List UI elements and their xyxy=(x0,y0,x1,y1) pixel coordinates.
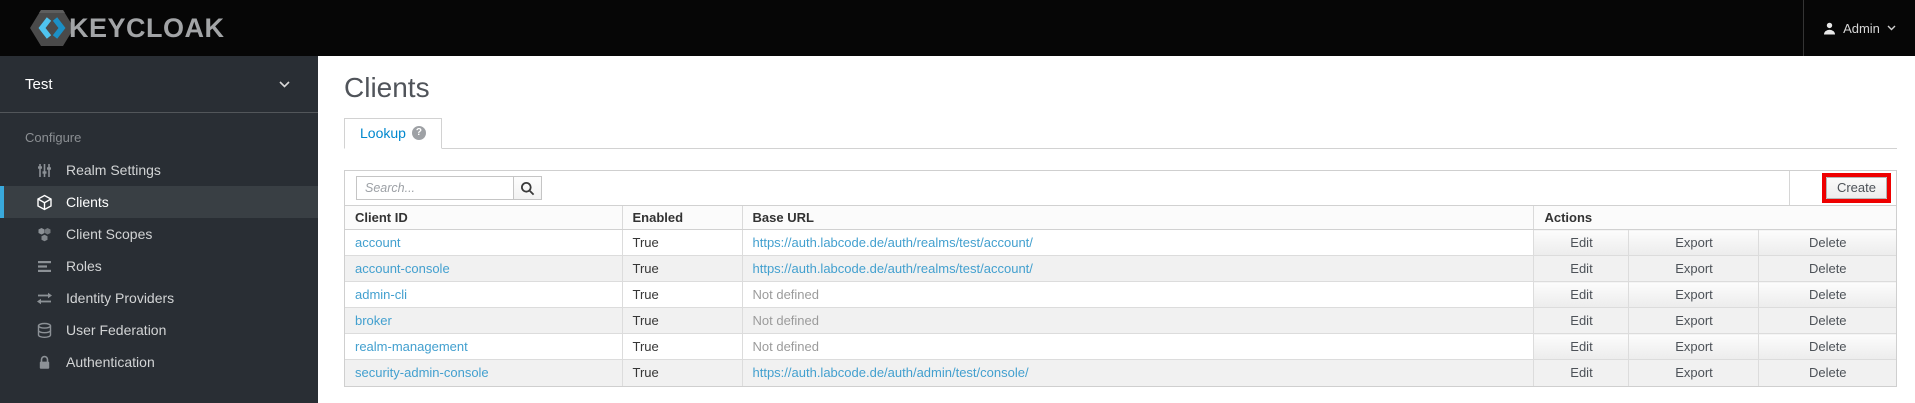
delete-button[interactable]: Delete xyxy=(1758,359,1896,386)
export-button[interactable]: Export xyxy=(1628,255,1759,282)
client-id-link[interactable]: realm-management xyxy=(355,339,468,354)
export-button[interactable]: Export xyxy=(1628,307,1759,334)
client-id-link[interactable]: broker xyxy=(355,313,392,328)
sliders-icon xyxy=(36,162,53,179)
logo-wordmark: KEYCLOAK xyxy=(69,12,225,43)
chevron-down-icon xyxy=(279,80,290,88)
column-header-client-id: Client ID xyxy=(345,206,622,230)
edit-button[interactable]: Edit xyxy=(1533,229,1629,256)
create-cell: Create xyxy=(1789,171,1896,205)
list-icon xyxy=(36,258,53,275)
clients-table: Client ID Enabled Base URL Actions accou… xyxy=(345,206,1896,386)
column-header-base-url: Base URL xyxy=(741,206,1534,230)
cubes-icon xyxy=(36,226,53,243)
sidebar-item-clients[interactable]: Clients xyxy=(0,186,318,218)
export-button[interactable]: Export xyxy=(1628,281,1759,308)
base-url-link[interactable]: https://auth.labcode.de/auth/realms/test… xyxy=(753,261,1033,276)
client-id-link[interactable]: account-console xyxy=(355,261,450,276)
tab-label: Lookup xyxy=(360,125,406,141)
help-question-icon[interactable]: ? xyxy=(411,126,426,140)
delete-button[interactable]: Delete xyxy=(1758,255,1896,282)
delete-button[interactable]: Delete xyxy=(1758,333,1896,360)
cube-icon xyxy=(36,194,53,211)
export-button[interactable]: Export xyxy=(1628,359,1759,386)
table-row: realm-management True Not defined Edit E… xyxy=(345,333,1896,360)
tab-lookup[interactable]: Lookup ? xyxy=(344,118,442,149)
user-name: Admin xyxy=(1843,20,1880,36)
enabled-cell: True xyxy=(621,359,742,386)
annotation-highlight: Create xyxy=(1821,173,1891,203)
sidebar-item-realm-settings[interactable]: Realm Settings xyxy=(0,154,318,186)
client-id-link[interactable]: admin-cli xyxy=(355,287,407,302)
enabled-cell: True xyxy=(621,333,742,360)
sidebar-item-label: Roles xyxy=(66,258,102,274)
client-id-link[interactable]: account xyxy=(355,235,401,250)
base-url-not-defined: Not defined xyxy=(752,287,820,302)
enabled-cell: True xyxy=(621,229,742,256)
base-url-not-defined: Not defined xyxy=(752,339,820,354)
sidebar-item-identity-providers[interactable]: Identity Providers xyxy=(0,282,318,314)
user-menu[interactable]: Admin xyxy=(1803,0,1915,56)
sidebar-item-client-scopes[interactable]: Client Scopes xyxy=(0,218,318,250)
sidebar-item-label: Clients xyxy=(66,194,109,210)
realm-name: Test xyxy=(25,75,53,93)
edit-button[interactable]: Edit xyxy=(1533,333,1629,360)
keycloak-logo[interactable]: KEYCLOAK xyxy=(29,8,225,48)
exchange-icon xyxy=(36,290,53,307)
sidebar-item-label: Authentication xyxy=(66,354,155,370)
base-url-not-defined: Not defined xyxy=(752,313,820,328)
search-icon xyxy=(520,181,535,196)
base-url-link[interactable]: https://auth.labcode.de/auth/realms/test… xyxy=(753,235,1033,250)
sidebar-item-user-federation[interactable]: User Federation xyxy=(0,314,318,346)
table-row: account True https://auth.labcode.de/aut… xyxy=(345,229,1896,256)
lock-icon xyxy=(36,354,53,371)
sidebar-item-label: Realm Settings xyxy=(66,162,161,178)
realm-selector[interactable]: Test xyxy=(0,56,318,113)
table-header-row: Client ID Enabled Base URL Actions xyxy=(345,206,1896,230)
edit-button[interactable]: Edit xyxy=(1533,281,1629,308)
chevron-down-icon xyxy=(1887,25,1896,31)
table-row: broker True Not defined Edit Export Dele… xyxy=(345,307,1896,334)
sidebar: Test Configure Realm Settings Clients Cl… xyxy=(0,56,318,403)
export-button[interactable]: Export xyxy=(1628,229,1759,256)
edit-button[interactable]: Edit xyxy=(1533,359,1629,386)
table-row: admin-cli True Not defined Edit Export D… xyxy=(345,281,1896,308)
delete-button[interactable]: Delete xyxy=(1758,229,1896,256)
sidebar-item-label: Identity Providers xyxy=(66,290,175,306)
column-header-enabled: Enabled xyxy=(621,206,742,230)
sidebar-item-roles[interactable]: Roles xyxy=(0,250,318,282)
enabled-cell: True xyxy=(621,281,742,308)
search-group xyxy=(356,171,542,205)
delete-button[interactable]: Delete xyxy=(1758,307,1896,334)
tab-bar: Lookup ? xyxy=(344,118,1897,149)
database-icon xyxy=(36,322,53,339)
edit-button[interactable]: Edit xyxy=(1533,255,1629,282)
column-header-actions: Actions xyxy=(1533,206,1896,230)
table-toolbar: Create xyxy=(345,171,1896,206)
main-content: Clients Lookup ? Search... Create Client… xyxy=(318,56,1915,403)
sidebar-item-authentication[interactable]: Authentication xyxy=(0,346,318,378)
table-row: account-console True https://auth.labcod… xyxy=(345,255,1896,282)
page-title: Clients xyxy=(344,72,430,103)
sidebar-section-label: Configure xyxy=(25,130,82,145)
user-icon xyxy=(1823,22,1836,35)
create-button[interactable]: Create xyxy=(1825,177,1887,199)
enabled-cell: True xyxy=(621,255,742,282)
sidebar-item-label: User Federation xyxy=(66,322,167,338)
clients-table-panel: Create Client ID Enabled Base URL Action… xyxy=(344,170,1897,387)
edit-button[interactable]: Edit xyxy=(1533,307,1629,334)
export-button[interactable]: Export xyxy=(1628,333,1759,360)
delete-button[interactable]: Delete xyxy=(1758,281,1896,308)
base-url-link[interactable]: https://auth.labcode.de/auth/admin/test/… xyxy=(753,365,1029,380)
sidebar-item-label: Client Scopes xyxy=(66,226,153,242)
top-header-bar: KEYCLOAK Admin xyxy=(0,0,1915,56)
enabled-cell: True xyxy=(621,307,742,334)
table-row: security-admin-console True https://auth… xyxy=(345,359,1896,386)
search-button[interactable] xyxy=(513,176,542,200)
search-input[interactable] xyxy=(356,176,514,200)
client-id-link[interactable]: security-admin-console xyxy=(355,365,489,380)
